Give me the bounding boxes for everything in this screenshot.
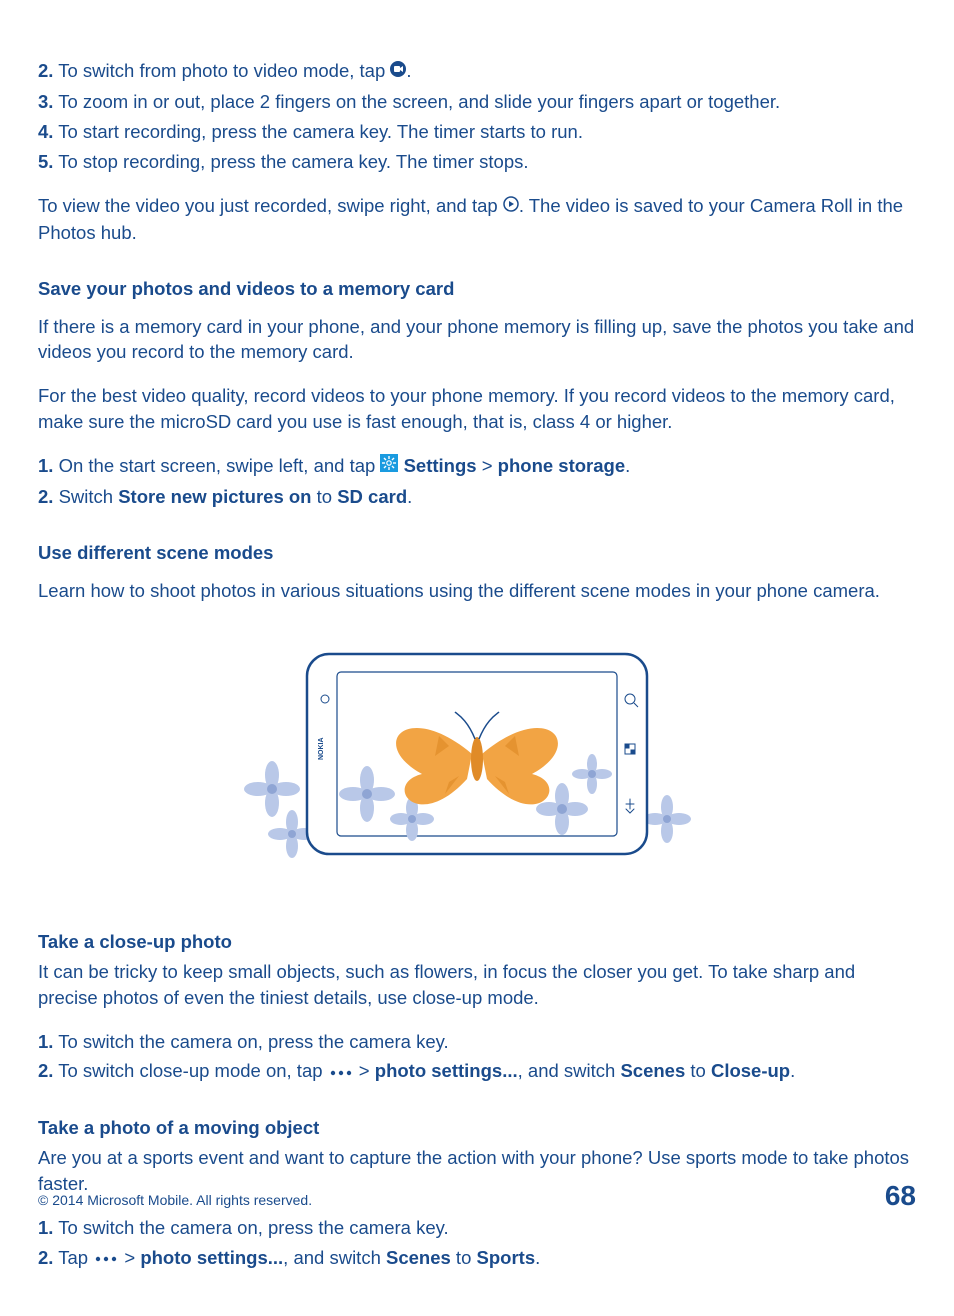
photo-settings-label: photo settings... [140, 1247, 283, 1268]
step-text: To stop recording, press the camera key.… [58, 151, 528, 172]
text: , and switch [283, 1247, 386, 1268]
settings-label: Settings [404, 455, 477, 476]
step-number: 1. [38, 1031, 53, 1052]
copyright-text: © 2014 Microsoft Mobile. All rights rese… [38, 1192, 312, 1208]
step-text: To switch from photo to video mode, tap [58, 60, 390, 81]
step-3: 3. To zoom in or out, place 2 fingers on… [38, 89, 916, 115]
phone-illustration: NOKIA [38, 644, 916, 879]
save-heading: Save your photos and videos to a memory … [38, 276, 916, 302]
video-mode-icon [390, 58, 406, 84]
text: to [685, 1060, 711, 1081]
more-icon [93, 1245, 119, 1271]
gt: > [354, 1060, 375, 1081]
text: Tap [58, 1247, 93, 1268]
scenes-label: Scenes [620, 1060, 685, 1081]
end: . [407, 486, 412, 507]
view-video-paragraph: To view the video you just recorded, swi… [38, 193, 916, 246]
text: To view the video you just recorded, swi… [38, 195, 503, 216]
step-5: 5. To stop recording, press the camera k… [38, 149, 916, 175]
text: To switch close-up mode on, tap [58, 1060, 327, 1081]
settings-icon [380, 453, 398, 479]
moving-step-2: 2. Tap > photo settings..., and switch S… [38, 1245, 916, 1272]
text: To switch the camera on, press the camer… [58, 1031, 448, 1052]
end: . [625, 455, 630, 476]
sports-label: Sports [477, 1247, 536, 1268]
svg-text:NOKIA: NOKIA [318, 737, 325, 760]
moving-heading: Take a photo of a moving object [38, 1115, 916, 1141]
step-number: 5. [38, 151, 53, 172]
step-number: 1. [38, 1217, 53, 1238]
text: to [451, 1247, 477, 1268]
end: . [535, 1247, 540, 1268]
page-number: 68 [885, 1180, 916, 1212]
save-p2: For the best video quality, record video… [38, 383, 916, 435]
step-number: 2. [38, 486, 53, 507]
text: On the start screen, swipe left, and tap [59, 455, 381, 476]
text: , and switch [518, 1060, 621, 1081]
closeup-heading: Take a close-up photo [38, 929, 916, 955]
text: to [311, 486, 337, 507]
text: To switch the camera on, press the camer… [58, 1217, 448, 1238]
sdcard-label: SD card [337, 486, 407, 507]
step-2: 2. To switch from photo to video mode, t… [38, 58, 916, 85]
manual-page: 2. To switch from photo to video mode, t… [0, 0, 954, 1316]
gt: > [119, 1247, 140, 1268]
step-number: 1. [38, 455, 53, 476]
scene-heading: Use different scene modes [38, 540, 916, 566]
photo-settings-label: photo settings... [375, 1060, 518, 1081]
step-number: 4. [38, 121, 53, 142]
step-number: 2. [38, 60, 53, 81]
store-label: Store new pictures on [118, 486, 311, 507]
closeup-step-2: 2. To switch close-up mode on, tap > pho… [38, 1058, 916, 1085]
save-step-1: 1. On the start screen, swipe left, and … [38, 453, 916, 480]
step-text: To zoom in or out, place 2 fingers on th… [58, 91, 780, 112]
step-number: 3. [38, 91, 53, 112]
moving-step-1: 1. To switch the camera on, press the ca… [38, 1215, 916, 1241]
step-number: 2. [38, 1060, 53, 1081]
step-4: 4. To start recording, press the camera … [38, 119, 916, 145]
scene-p: Learn how to shoot photos in various sit… [38, 578, 916, 604]
end: . [790, 1060, 795, 1081]
save-p1: If there is a memory card in your phone,… [38, 314, 916, 366]
more-icon [328, 1059, 354, 1085]
phone-storage-label: phone storage [498, 455, 625, 476]
scenes-label: Scenes [386, 1247, 451, 1268]
page-footer: © 2014 Microsoft Mobile. All rights rese… [38, 1180, 916, 1212]
play-icon [503, 193, 519, 219]
step-text-end: . [406, 60, 411, 81]
closeup-label: Close-up [711, 1060, 790, 1081]
closeup-step-1: 1. To switch the camera on, press the ca… [38, 1029, 916, 1055]
step-text: To start recording, press the camera key… [58, 121, 583, 142]
text: Switch [59, 486, 119, 507]
step-number: 2. [38, 1247, 53, 1268]
closeup-p: It can be tricky to keep small objects, … [38, 959, 916, 1011]
gt: > [477, 455, 498, 476]
save-step-2: 2. Switch Store new pictures on to SD ca… [38, 484, 916, 510]
